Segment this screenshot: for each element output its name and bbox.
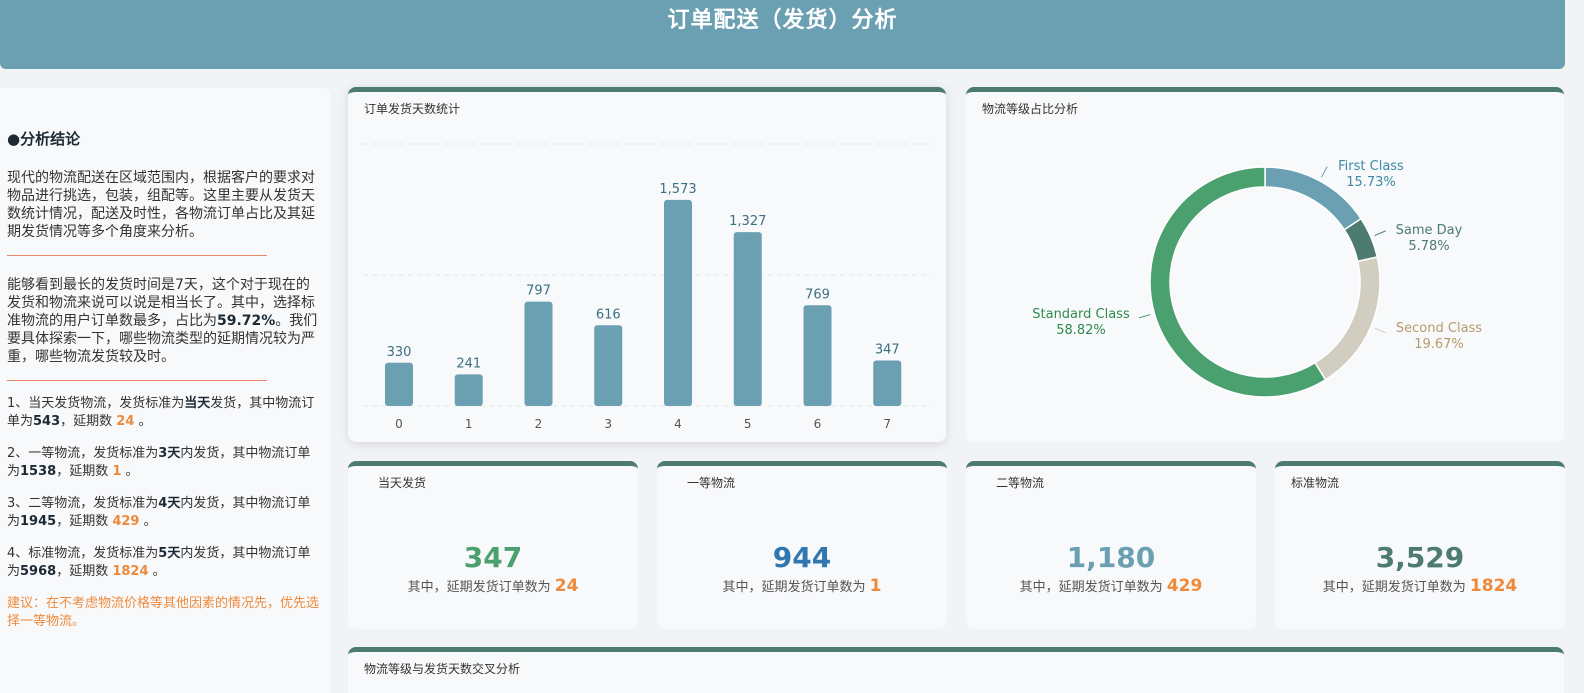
slice-name-label: Same Day	[1396, 223, 1463, 238]
logistics-class-donut-chart: First Class15.73% Same Day5.78% Second Cla…	[1032, 159, 1482, 398]
kpi-sub: 其中，延期发货订单数为 1	[722, 576, 882, 596]
divider	[7, 380, 267, 381]
card-title: 物流等级与发货天数交叉分析	[364, 662, 521, 676]
kpi-second-class: 二等物流 1,180 其中，延期发货订单数为 429	[966, 461, 1256, 629]
kpi-sub: 其中，延期发货订单数为 1824	[1322, 576, 1518, 596]
kpi-value: 3,529	[1375, 541, 1465, 574]
highlight-percent: 59.72%	[217, 313, 276, 329]
bar	[594, 325, 623, 406]
kpi-same-day: 当天发货 347 其中，延期发货订单数为 24	[348, 461, 638, 629]
x-tick-label: 7	[883, 417, 891, 431]
label-leader-line	[1374, 327, 1386, 334]
analysis-panel: ●分析结论 现代的物流配送在区域范围内，根据客户的要求对物品进行挑选，包装，组配…	[0, 88, 330, 693]
cross-analysis-card: 物流等级与发货天数交叉分析	[348, 647, 1564, 693]
list-item: 4、标准物流，发货标准为5天内发货，其中物流订单为5968，延期数 1824 。	[7, 546, 311, 579]
kpi-first-class: 一等物流 944 其中，延期发货订单数为 1	[657, 461, 947, 629]
advice-text: 建议：在不考虑物流价格等其他因素的情况先，优先选择一等物流。	[7, 596, 320, 629]
logistics-class-card: 物流等级占比分析 First Class 15.73% Same Day 5.78% S…	[966, 87, 1564, 442]
donut-slice	[1313, 256, 1381, 381]
x-tick-label: 5	[744, 417, 752, 431]
x-tick-label: 6	[814, 417, 822, 431]
bar	[454, 374, 483, 406]
bar	[803, 305, 832, 406]
kpi-value: 944	[772, 541, 832, 574]
bar	[664, 199, 692, 406]
bar-value-label: 1,573	[659, 182, 696, 197]
kpi-value: 1,180	[1066, 541, 1156, 574]
bar	[733, 232, 762, 406]
intro-paragraph: 现代的物流配送在区域范围内，根据客户的要求对物品进行挑选，包装，组配等。这里主要…	[7, 170, 315, 240]
x-tick-label: 1	[465, 417, 473, 431]
bar	[873, 360, 902, 406]
slice-percent-label: 15.73%	[1346, 175, 1396, 190]
x-tick-label: 2	[535, 417, 543, 431]
x-tick-label: 0	[395, 417, 403, 431]
slice-name-label: First Class	[1338, 159, 1404, 174]
x-tick-label: 3	[604, 417, 612, 431]
slice-name-label: Standard Class	[1032, 307, 1130, 322]
shipping-days-bar-chart: 330 0 241 1 797 2 616 3 1,573 4 1,327 5 769 6 347 7	[363, 143, 931, 431]
slice-percent-label: 19.67%	[1414, 337, 1464, 352]
bar-value-label: 797	[526, 284, 551, 299]
label-leader-line	[1374, 230, 1386, 237]
kpi-sub: 其中，延期发货订单数为 429	[1019, 576, 1203, 596]
slice-percent-label: 5.78%	[1408, 239, 1449, 254]
kpi-standard-class: 标准物流 3,529 其中，延期发货订单数为 1824	[1275, 461, 1565, 629]
page-title: 订单配送（发货）分析	[667, 8, 898, 33]
list-item: 3、二等物流，发货标准为4天内发货，其中物流订单为1945，延期数 429 。	[7, 496, 311, 529]
divider	[7, 255, 267, 256]
finding-paragraph: 能够看到最长的发货时间是7天，这个对于现在的发货和物流来说可以说是相当长了。其中…	[7, 277, 318, 365]
kpi-sub: 其中，延期发货订单数为 24	[407, 576, 579, 596]
bar-value-label: 1,327	[729, 214, 766, 229]
slice-percent-label: 58.82%	[1056, 323, 1106, 338]
label-leader-line	[1138, 314, 1151, 319]
bar	[524, 301, 553, 406]
slice-name-label: Second Class	[1396, 321, 1482, 336]
donut-slice	[1149, 166, 1327, 398]
shipping-days-card: 订单发货天数统计 330 0 241 1 797 2 616 3 1,573 4 1,327 5 769…	[348, 87, 946, 442]
list-item: 1、当天发货物流，发货标准为当天发货，其中物流订单为543，延期数 24 。	[7, 396, 315, 429]
bar-value-label: 769	[805, 287, 830, 302]
bar	[385, 362, 413, 406]
x-tick-label: 4	[674, 417, 682, 431]
bar-value-label: 347	[875, 343, 900, 358]
label-leader-line	[1321, 166, 1328, 178]
bar-value-label: 616	[596, 307, 621, 322]
bar-value-label: 241	[456, 356, 481, 371]
kpi-value: 347	[463, 541, 523, 574]
bar-value-label: 330	[387, 345, 412, 360]
header-bar: 订单配送（发货）分析	[0, 0, 1565, 69]
list-item: 2、一等物流，发货标准为3天内发货，其中物流订单为1538，延期数 1 。	[7, 446, 311, 479]
analysis-heading: ●分析结论	[7, 130, 81, 148]
